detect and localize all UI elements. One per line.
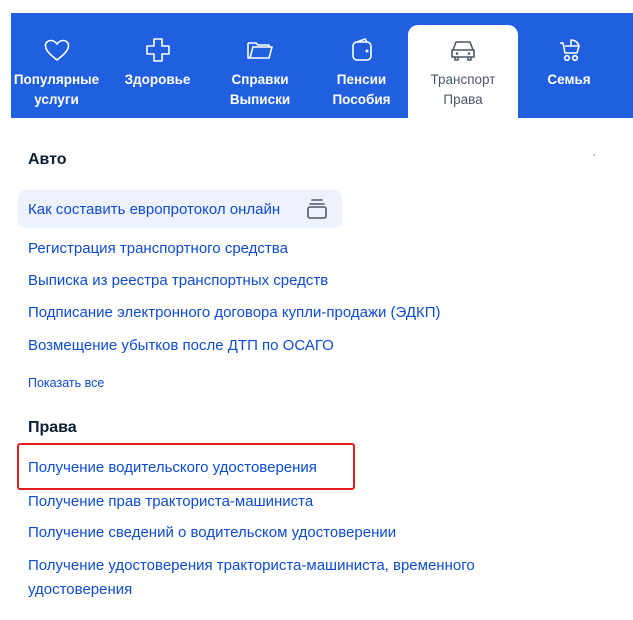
car-icon bbox=[451, 41, 475, 61]
tab-family[interactable]: Семья bbox=[521, 13, 617, 118]
tab-health[interactable]: Здоровье bbox=[108, 13, 207, 118]
link-license-info[interactable]: Получение сведений о водительском удосто… bbox=[28, 524, 396, 541]
link-driver-license[interactable]: Получение водительского удостоверения bbox=[28, 459, 317, 476]
folder-icon bbox=[247, 42, 273, 59]
section-title-prava: Права bbox=[28, 419, 77, 436]
link-vehicle-register-extract[interactable]: Выписка из реестра транспортных средств bbox=[28, 272, 328, 289]
link-tractor-license[interactable]: Получение прав тракториста-машиниста bbox=[28, 493, 313, 510]
tab-family-label: Семья bbox=[547, 72, 591, 87]
tab-popular[interactable]: Популярные услуги bbox=[11, 13, 102, 118]
tab-pensions-label: Пенсии Пособия bbox=[332, 72, 391, 107]
tab-pensions[interactable]: Пенсии Пособия bbox=[313, 13, 410, 118]
heart-icon bbox=[44, 39, 69, 62]
tab-popular-label: Популярные услуги bbox=[13, 72, 100, 107]
tab-transport[interactable]: Транспорт Права bbox=[408, 25, 518, 118]
stack-icon bbox=[307, 199, 327, 219]
decorative-dot bbox=[593, 154, 595, 156]
link-tractor-temporary-certificate[interactable]: Получение удостоверения тракториста-маши… bbox=[28, 554, 528, 602]
section-title-auto: Авто bbox=[28, 151, 67, 168]
show-all-link[interactable]: Показать все bbox=[28, 376, 104, 390]
tab-certificates-label: Справки Выписки bbox=[229, 72, 291, 107]
link-osago-compensation[interactable]: Возмещение убытков после ДТП по ОСАГО bbox=[28, 337, 334, 354]
tab-health-label: Здоровье bbox=[124, 72, 191, 87]
tab-transport-label: Транспорт Права bbox=[430, 72, 496, 107]
tab-certificates[interactable]: Справки Выписки bbox=[213, 13, 307, 118]
link-vehicle-registration[interactable]: Регистрация транспортного средства bbox=[28, 240, 288, 257]
wallet-icon bbox=[351, 38, 372, 61]
link-edkp-signing[interactable]: Подписание электронного договора купли-п… bbox=[28, 304, 441, 321]
category-tabbar: Популярные услуги Здоровье Справки Выписки… bbox=[11, 13, 633, 118]
stroller-icon bbox=[560, 39, 580, 62]
link-europrotocol[interactable]: Как составить европротокол онлайн bbox=[28, 201, 280, 218]
cross-icon bbox=[145, 38, 170, 62]
transport-content: Авто Как составить европротокол онлайн Р… bbox=[0, 118, 633, 620]
